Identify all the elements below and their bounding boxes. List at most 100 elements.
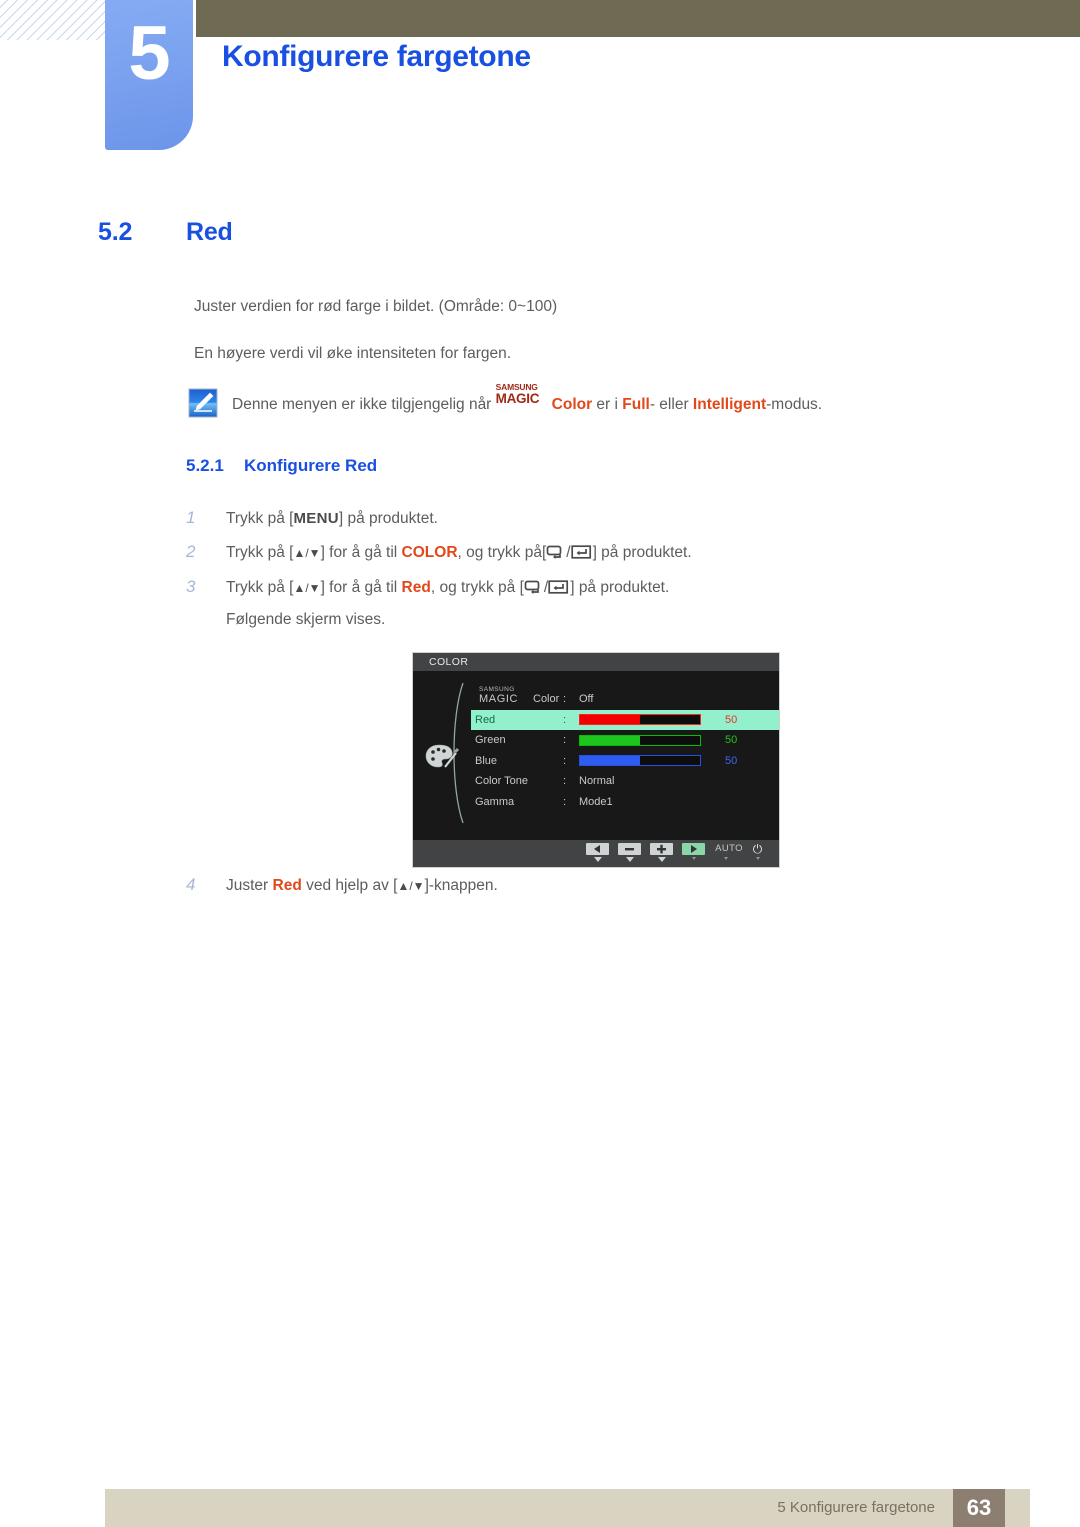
step-text-b: ved hjelp av [ [301, 877, 398, 894]
olive-band-decoration [196, 0, 1080, 37]
minus-icon [618, 843, 641, 855]
palette-icon [425, 744, 459, 768]
button-tick-icon [625, 857, 634, 862]
osd-value-red: 50 [725, 713, 738, 726]
osd-rows: SAMSUNG MAGIC Color : Off Red : 50 Green… [471, 686, 779, 813]
note-text-mid: er i [592, 395, 623, 413]
step-text-a: Juster [226, 877, 273, 894]
subsection-number: 5.2.1 [186, 456, 224, 475]
step-text-a: Trykk på [ [226, 510, 294, 527]
source-loop-icon [524, 580, 544, 599]
osd-value-magiccolor: Off [579, 693, 594, 706]
right-arrow-button[interactable] [682, 843, 705, 860]
osd-magic-color: Color [533, 693, 560, 706]
magic-color-label: Color [551, 395, 593, 413]
chapter-badge: 5 [105, 0, 193, 150]
osd-row-green[interactable]: Green : 50 [471, 730, 779, 751]
key-menu-label: MENU [293, 510, 339, 527]
osd-title: COLOR [413, 653, 779, 671]
osd-colon: : [563, 775, 567, 788]
osd-magic-magic: MAGIC [479, 693, 519, 706]
osd-row-red[interactable]: Red : 50 [471, 709, 779, 730]
subsection-heading: 5.2.1 Konfigurere Red [186, 456, 377, 476]
step-text-b: ] på produktet. [338, 510, 438, 527]
step-number: 4 [186, 875, 196, 894]
plus-icon [650, 843, 673, 855]
step-text-d: ] på produktet. [570, 579, 670, 596]
updown-arrows-glyph: ▲/▼ [397, 879, 425, 893]
osd-value-gamma: Mode1 [579, 795, 613, 808]
osd-slider-blue[interactable] [579, 755, 701, 767]
step-text-b: ] for å gå til [320, 544, 402, 561]
power-icon: ⏻ [752, 842, 763, 856]
osd-body: SAMSUNG MAGIC Color : Off Red : 50 Green… [413, 671, 779, 842]
hatch-decoration [0, 0, 107, 40]
step-item: 2 Trykk på [▲/▼] for å gå til COLOR, og t… [186, 542, 692, 565]
magic-logo: SAMSUNG MAGIC [495, 382, 552, 409]
plus-button[interactable] [650, 843, 673, 862]
note-text-after: -modus. [766, 395, 823, 413]
osd-value-colortone: Normal [579, 775, 615, 788]
step-text-c: , og trykk på[ [457, 544, 547, 561]
osd-row-magiccolor[interactable]: SAMSUNG MAGIC Color : Off [471, 686, 779, 710]
osd-label-colortone: Color Tone [475, 775, 528, 788]
button-tick-icon [593, 857, 602, 862]
note-emphasis-intelligent: Intelligent [692, 395, 767, 413]
step-number: 3 [186, 577, 196, 596]
step-text-d: ] på produktet. [592, 544, 692, 561]
osd-colon: : [563, 734, 567, 747]
button-tick-icon [755, 857, 760, 860]
updown-arrows-glyph: ▲/▼ [293, 581, 321, 595]
osd-slider-red[interactable] [579, 714, 701, 726]
osd-screenshot: COLOR SAMSUNG MAGIC Color: Off Red: 50… [412, 652, 780, 868]
step-text-a: Trykk på [ [226, 544, 294, 561]
note-text: Denne menyen er ikke tilgjengelig når SA… [232, 382, 823, 414]
osd-row-colortone[interactable]: Color Tone : Normal [471, 771, 779, 792]
section-number: 5.2 [98, 218, 133, 246]
osd-row-gamma[interactable]: Gamma : Mode1 [471, 792, 779, 813]
osd-colon: : [563, 713, 567, 726]
note-text-before: Denne menyen er ikke tilgjengelig når [232, 395, 496, 413]
step-emphasis-red: Red [401, 579, 431, 596]
button-tick-icon [723, 857, 728, 860]
magic-magic-label: MAGIC [495, 390, 540, 406]
left-arrow-button[interactable] [586, 843, 609, 862]
enter-key-icon [548, 580, 570, 599]
step-text-b: ] for å gå til [320, 579, 402, 596]
osd-colon: : [563, 693, 567, 706]
osd-label-magiccolor: SAMSUNG MAGIC Color [471, 686, 563, 707]
step-text-a: Trykk på [ [226, 579, 294, 596]
step-item: 4 Juster Red ved hjelp av [▲/▼]-knappen. [186, 875, 498, 895]
osd-label-blue: Blue [475, 754, 498, 767]
right-arrow-icon [682, 843, 705, 855]
osd-slider-green[interactable] [579, 734, 701, 746]
note-emphasis-full: Full [622, 395, 650, 413]
step-number: 2 [186, 542, 196, 561]
auto-label: AUTO [715, 843, 743, 854]
auto-button[interactable]: AUTO [714, 843, 743, 860]
power-button[interactable]: ⏻ [746, 843, 769, 860]
step-emphasis-red: Red [272, 877, 302, 894]
osd-footer-bar: AUTO ⏻ [413, 840, 779, 867]
source-loop-icon [546, 545, 566, 564]
intro-paragraph-2: En høyere verdi vil øke intensiteten for… [194, 345, 512, 362]
minus-button[interactable] [618, 843, 641, 862]
subsection-title: Konfigurere Red [244, 456, 378, 475]
osd-magic-samsung: SAMSUNG [479, 686, 515, 694]
footer-chapter-text: 5 Konfigurere fargetone [777, 1499, 935, 1516]
button-tick-icon [691, 857, 696, 860]
left-arrow-icon [586, 843, 609, 855]
page-number-box: 63 [953, 1489, 1005, 1527]
section-heading: 5.2 Red [98, 218, 233, 247]
step-emphasis-color: COLOR [401, 544, 458, 561]
osd-button-row: AUTO ⏻ [586, 843, 769, 862]
osd-row-blue[interactable]: Blue : 50 [471, 751, 779, 772]
osd-colon: : [563, 795, 567, 808]
page-header: 5 Konfigurere fargetone [0, 0, 1080, 160]
osd-label-green: Green [475, 734, 506, 747]
step-item: 1 Trykk på [MENU] på produktet. [186, 508, 438, 528]
step-text-c: ]-knappen. [424, 877, 498, 894]
osd-label-red: Red [475, 713, 496, 726]
updown-arrows-glyph: ▲/▼ [293, 546, 321, 560]
osd-value-green: 50 [725, 734, 738, 747]
